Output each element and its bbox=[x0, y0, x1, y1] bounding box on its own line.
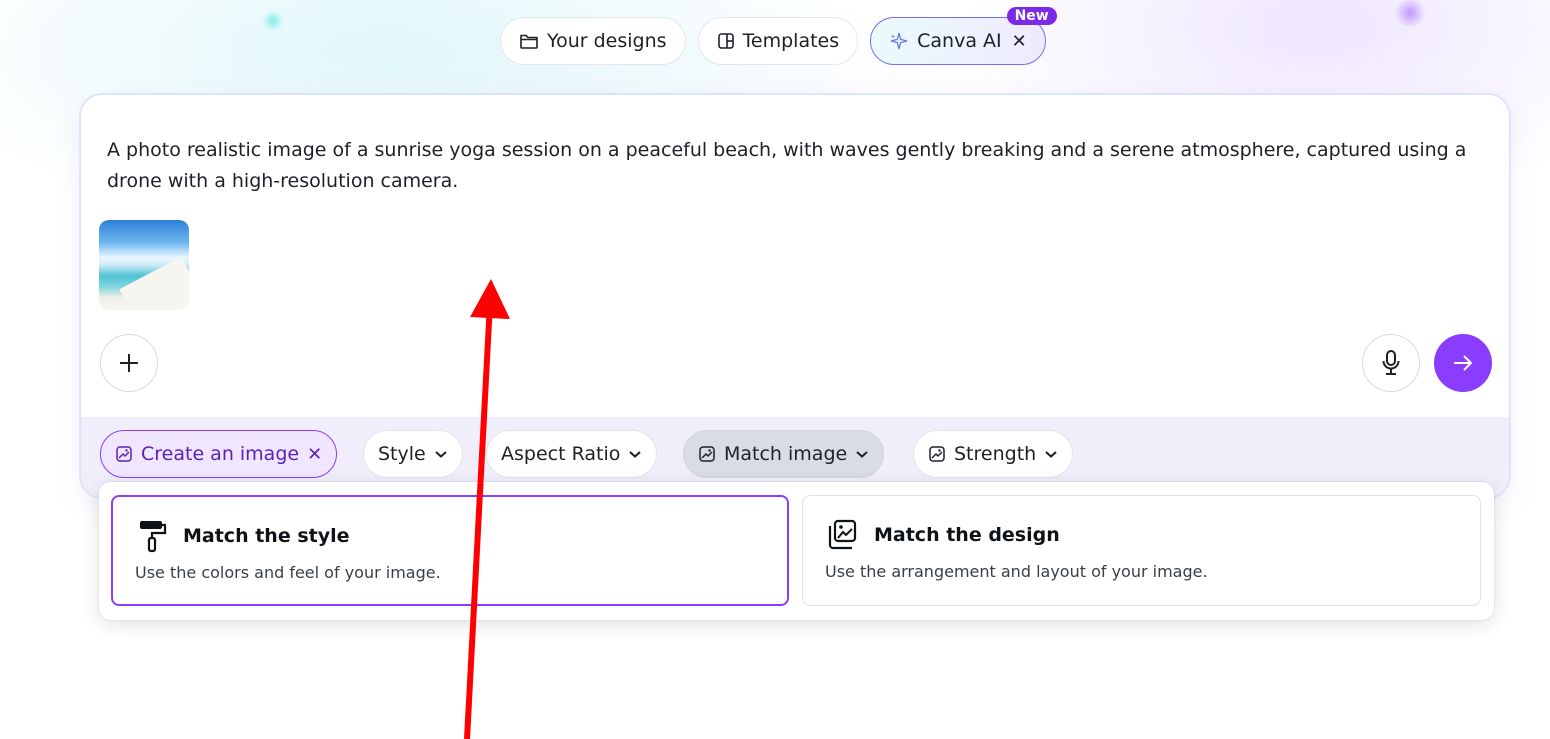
image-icon bbox=[928, 445, 946, 463]
chevron-down-icon bbox=[855, 449, 869, 459]
tab-your-designs[interactable]: Your designs bbox=[500, 17, 686, 65]
image-icon bbox=[698, 445, 716, 463]
option-title: Match the design bbox=[874, 524, 1060, 546]
tab-label: Templates bbox=[742, 30, 840, 52]
tab-label: Canva AI bbox=[917, 30, 1002, 52]
plus-icon bbox=[118, 352, 140, 374]
microphone-button[interactable] bbox=[1362, 334, 1420, 392]
match-image-menu: Match the style Use the colors and feel … bbox=[99, 482, 1494, 620]
chevron-down-icon bbox=[434, 449, 448, 459]
chip-label: Style bbox=[378, 443, 426, 465]
option-description: Use the colors and feel of your image. bbox=[135, 563, 441, 582]
option-title: Match the style bbox=[183, 525, 350, 547]
chevron-down-icon bbox=[628, 449, 642, 459]
send-button[interactable] bbox=[1434, 334, 1492, 392]
folder-icon bbox=[519, 32, 539, 50]
new-badge: New bbox=[1006, 7, 1057, 25]
add-button[interactable] bbox=[100, 334, 158, 392]
chip-label: Strength bbox=[954, 443, 1037, 465]
chip-label: Match image bbox=[724, 443, 848, 465]
tab-templates[interactable]: Templates bbox=[697, 17, 859, 65]
match-design-option[interactable]: Match the design Use the arrangement and… bbox=[802, 495, 1481, 606]
decorative-orb bbox=[1392, 0, 1428, 26]
tab-label: Your designs bbox=[547, 30, 667, 52]
image-layout-icon bbox=[827, 518, 859, 552]
arrow-right-icon bbox=[1451, 352, 1475, 374]
close-icon[interactable]: ✕ bbox=[1012, 31, 1027, 52]
style-dropdown[interactable]: Style bbox=[363, 430, 463, 478]
close-icon[interactable]: ✕ bbox=[307, 444, 322, 465]
annotation-arrow bbox=[464, 279, 510, 739]
prompt-card: A photo realistic image of a sunrise yog… bbox=[80, 94, 1510, 498]
chevron-down-icon bbox=[1044, 449, 1058, 459]
match-image-dropdown[interactable]: Match image bbox=[683, 430, 885, 478]
top-tabs: Your designs Templates Canva AI ✕ New bbox=[500, 7, 1057, 65]
strength-dropdown[interactable]: Strength bbox=[913, 430, 1074, 478]
chip-label: Create an image bbox=[141, 443, 300, 465]
microphone-icon bbox=[1381, 349, 1401, 377]
decorative-orb bbox=[262, 10, 284, 32]
template-icon bbox=[717, 32, 735, 50]
option-description: Use the arrangement and layout of your i… bbox=[825, 562, 1208, 581]
sparkle-icon bbox=[889, 31, 909, 51]
attached-image-thumbnail[interactable] bbox=[99, 220, 189, 310]
prompt-input[interactable]: A photo realistic image of a sunrise yog… bbox=[107, 135, 1467, 197]
create-image-chip[interactable]: Create an image ✕ bbox=[100, 430, 338, 478]
paint-roller-icon bbox=[137, 519, 169, 553]
image-icon bbox=[115, 445, 133, 463]
tab-canva-ai[interactable]: Canva AI ✕ New bbox=[870, 7, 1057, 65]
